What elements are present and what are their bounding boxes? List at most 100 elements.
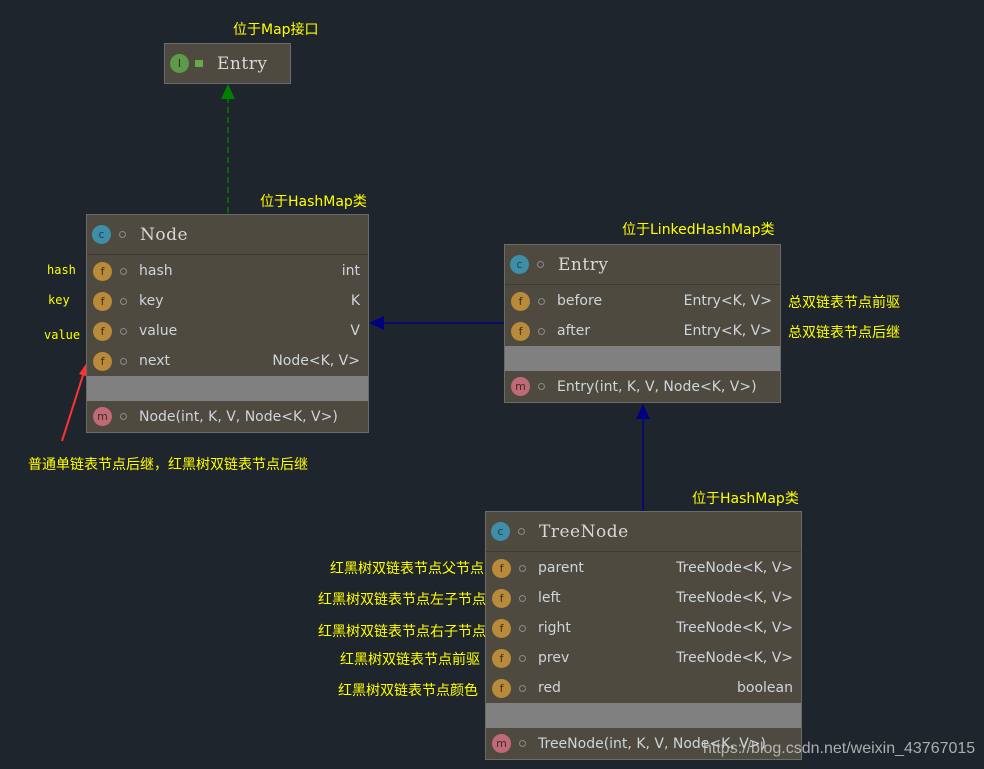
extends-arrowhead-node — [369, 316, 384, 330]
field-name: red — [538, 680, 561, 696]
visibility-icon — [120, 413, 127, 420]
field-row[interactable]: f left TreeNode<K, V> — [486, 583, 801, 613]
annotation-treenode: 位于HashMap类 — [692, 491, 799, 507]
extends-arrowhead-linked — [636, 404, 650, 419]
field-icon: f — [511, 321, 530, 341]
class-box-node[interactable]: c Node f hash int f key K f value V f ne… — [86, 214, 369, 433]
annotation-after: 总双链表节点后继 — [788, 325, 900, 341]
field-row[interactable]: f key K — [87, 286, 368, 316]
field-name: left — [538, 590, 561, 606]
field-row[interactable]: f red boolean — [486, 673, 801, 703]
visibility-icon — [538, 327, 545, 335]
visibility-icon — [120, 357, 127, 365]
visibility-icon — [519, 594, 526, 602]
class-header[interactable]: c TreeNode — [486, 512, 801, 552]
annotation-before: 总双链表节点前驱 — [788, 295, 900, 311]
pointer-arrow — [61, 371, 85, 442]
method-row[interactable]: m Node(int, K, V, Node<K, V>) — [87, 401, 368, 432]
field-name: right — [538, 620, 571, 636]
field-row[interactable]: f right TreeNode<K, V> — [486, 613, 801, 643]
annotation-right: 红黑树双链表节点右子节点 — [318, 624, 486, 640]
field-row[interactable]: f hash int — [87, 256, 368, 286]
class-icon: c — [92, 225, 111, 244]
annotation-red: 红黑树双链表节点颜色 — [338, 683, 478, 699]
class-title: TreeNode — [539, 521, 629, 542]
visibility-icon — [119, 231, 126, 238]
field-name: next — [139, 353, 171, 369]
visibility-icon — [519, 564, 526, 572]
class-header[interactable]: I Entry — [165, 44, 290, 83]
method-icon: m — [492, 734, 511, 753]
visibility-icon — [537, 261, 544, 268]
field-row[interactable]: f parent TreeNode<K, V> — [486, 553, 801, 583]
field-type: int — [341, 263, 360, 279]
visibility-icon — [120, 327, 127, 335]
visibility-icon — [120, 267, 127, 275]
field-row[interactable]: f prev TreeNode<K, V> — [486, 643, 801, 673]
visibility-icon — [519, 684, 526, 692]
interface-icon: I — [170, 54, 189, 73]
field-icon: f — [492, 648, 511, 668]
method-row[interactable]: m Entry(int, K, V, Node<K, V>) — [505, 371, 780, 402]
annotation-node: 位于HashMap类 — [260, 194, 367, 210]
field-name: value — [139, 323, 178, 339]
field-icon: f — [492, 588, 511, 608]
field-type: TreeNode<K, V> — [676, 590, 793, 606]
class-box-treenode[interactable]: c TreeNode f parent TreeNode<K, V> f lef… — [485, 511, 802, 760]
class-header[interactable]: c Entry — [505, 245, 780, 285]
field-icon: f — [492, 678, 511, 698]
field-row[interactable]: f next Node<K, V> — [87, 346, 368, 376]
class-title: Node — [140, 224, 189, 245]
field-type: V — [350, 323, 360, 339]
annotation-value: value — [44, 328, 81, 342]
field-type: TreeNode<K, V> — [676, 620, 793, 636]
unlock-icon — [195, 60, 203, 67]
field-icon: f — [492, 618, 511, 638]
separator — [87, 376, 368, 401]
class-icon: c — [491, 522, 510, 541]
separator — [505, 346, 780, 371]
annotation-key: key — [48, 293, 70, 307]
field-type: Entry<K, V> — [683, 323, 772, 339]
annotation-map-entry: 位于Map接口 — [233, 22, 319, 38]
field-name: before — [557, 293, 603, 309]
visibility-icon — [518, 528, 525, 535]
visibility-icon — [120, 297, 127, 305]
field-type: TreeNode<K, V> — [676, 560, 793, 576]
implements-arrowhead — [221, 84, 235, 99]
class-icon: c — [510, 255, 529, 274]
annotation-hash: hash — [47, 263, 76, 277]
field-name: prev — [538, 650, 570, 666]
method-icon: m — [93, 407, 112, 426]
field-icon: f — [511, 291, 530, 311]
field-row[interactable]: f value V — [87, 316, 368, 346]
method-signature: Node(int, K, V, Node<K, V>) — [139, 408, 338, 425]
visibility-icon — [519, 654, 526, 662]
field-row[interactable]: f before Entry<K, V> — [505, 286, 780, 316]
field-type: boolean — [737, 680, 793, 696]
annotation-linked-entry: 位于LinkedHashMap类 — [622, 222, 775, 238]
class-box-map-entry[interactable]: I Entry — [164, 43, 291, 84]
field-type: Node<K, V> — [272, 353, 360, 369]
visibility-icon — [538, 297, 545, 305]
field-name: key — [139, 293, 164, 309]
field-icon: f — [93, 291, 112, 311]
field-type: K — [350, 293, 360, 309]
field-type: TreeNode<K, V> — [676, 650, 793, 666]
field-icon: f — [93, 351, 112, 371]
field-icon: f — [93, 261, 112, 281]
field-icon: f — [492, 558, 511, 578]
visibility-icon — [519, 624, 526, 632]
field-icon: f — [93, 321, 112, 341]
field-type: Entry<K, V> — [683, 293, 772, 309]
separator — [486, 703, 801, 728]
annotation-prev: 红黑树双链表节点前驱 — [340, 652, 480, 668]
class-box-linked-entry[interactable]: c Entry f before Entry<K, V> f after Ent… — [504, 244, 781, 403]
class-header[interactable]: c Node — [87, 215, 368, 255]
method-icon: m — [511, 377, 530, 396]
watermark: https://blog.csdn.net/weixin_43767015 — [703, 740, 976, 757]
field-name: after — [557, 323, 591, 339]
field-row[interactable]: f after Entry<K, V> — [505, 316, 780, 346]
field-name: hash — [139, 263, 173, 279]
class-title: Entry — [217, 53, 268, 74]
